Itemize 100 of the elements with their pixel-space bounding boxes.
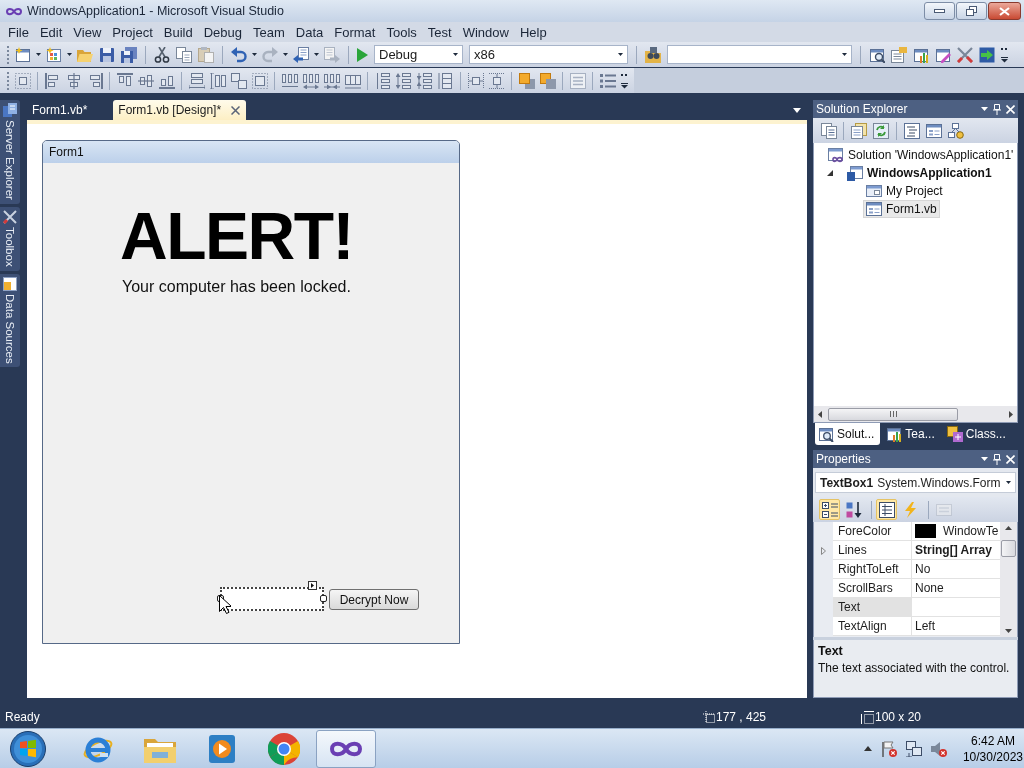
toolbar-grip[interactable]	[7, 71, 10, 90]
increase-horizontal-spacing-icon[interactable]	[302, 72, 319, 89]
property-name[interactable]: RightToLeft	[833, 560, 912, 579]
smart-tag-icon[interactable]	[308, 581, 317, 590]
document-tab[interactable]: Form1.vb*	[27, 100, 114, 120]
expanded-triangle-icon[interactable]	[827, 170, 833, 176]
caret-up-icon[interactable]	[863, 746, 872, 751]
form-window-icon[interactable]	[926, 122, 942, 139]
find-combo[interactable]	[667, 45, 852, 64]
copy-icon[interactable]	[176, 46, 192, 63]
property-value[interactable]: None	[912, 579, 1000, 598]
document-arrow-icon[interactable]	[293, 46, 309, 63]
close-icon[interactable]	[231, 105, 241, 115]
window-chart-icon[interactable]	[913, 46, 929, 63]
object-selector[interactable]: TextBox1 System.Windows.Form	[815, 472, 1016, 493]
menu-item[interactable]: Edit	[33, 24, 68, 40]
minimize-button[interactable]	[924, 2, 955, 20]
scroll-down-icon[interactable]	[1005, 629, 1012, 633]
text-input[interactable]	[220, 587, 324, 611]
dotted-grid-icon[interactable]	[14, 72, 31, 89]
remove-horizontal-spacing-icon[interactable]	[344, 72, 361, 89]
increase-vertical-spacing-icon[interactable]	[395, 72, 412, 89]
menu-item[interactable]: Format	[328, 24, 381, 40]
property-name[interactable]: ForeColor	[833, 522, 912, 541]
tree-item[interactable]: Solution 'WindowsApplication1'	[825, 146, 1017, 164]
menu-item[interactable]: Help	[513, 24, 552, 40]
dropdown-icon[interactable]	[981, 107, 988, 111]
window-magnifier-icon[interactable]	[869, 46, 885, 63]
code-page-icon[interactable]	[904, 122, 920, 139]
collapsed-triangle-icon[interactable]	[821, 546, 826, 555]
side-tab[interactable]: Server Explorer	[0, 100, 20, 204]
categorized-button[interactable]	[819, 499, 840, 520]
menu-item[interactable]: Window	[456, 24, 514, 40]
platform-dropdown[interactable]: x86	[469, 45, 628, 64]
decrease-vertical-spacing-icon[interactable]	[416, 72, 433, 89]
clipboard-icon[interactable]	[198, 46, 214, 63]
start-orb-icon[interactable]	[10, 730, 46, 767]
scroll-left-icon[interactable]	[818, 410, 822, 418]
flag-icon[interactable]	[880, 740, 897, 757]
equal-vertical-spacing-icon[interactable]	[374, 72, 391, 89]
menu-item[interactable]: Tools	[380, 24, 422, 40]
property-name[interactable]: Lines	[833, 541, 912, 560]
arrow-into-box-icon[interactable]	[979, 46, 995, 63]
toolbar-overflow-icon[interactable]	[621, 72, 628, 89]
toolbar-overflow-icon[interactable]	[1001, 46, 1008, 63]
new-window-icon[interactable]	[15, 46, 31, 63]
configuration-dropdown[interactable]: Debug	[374, 45, 463, 64]
decrease-horizontal-spacing-icon[interactable]	[323, 72, 340, 89]
resize-handle[interactable]	[320, 595, 327, 602]
property-value[interactable]: Left	[912, 617, 1000, 636]
panel-tab[interactable]: Class...	[943, 423, 1012, 445]
align-center-icon[interactable]	[65, 72, 82, 89]
speaker-icon[interactable]	[930, 740, 947, 757]
toolbar-grip[interactable]	[7, 45, 10, 64]
center-vertically-icon[interactable]	[488, 72, 505, 89]
panel-tab[interactable]: Solut...	[815, 423, 881, 445]
network-icon[interactable]	[905, 740, 922, 757]
pin-icon[interactable]	[993, 103, 1001, 115]
window-pencil-icon[interactable]	[935, 46, 951, 63]
same-width-icon[interactable]	[188, 72, 205, 89]
clock[interactable]: 6:42 AM 10/30/2023	[961, 732, 1024, 765]
properties-button[interactable]	[876, 499, 897, 520]
scrollbar-thumb[interactable]	[1001, 540, 1016, 557]
menu-item[interactable]: Test	[421, 24, 457, 40]
side-tab[interactable]: Data Sources	[0, 273, 20, 368]
tree-item[interactable]: WindowsApplication1	[844, 164, 995, 182]
dropdown-icon[interactable]	[981, 457, 988, 461]
menu-item[interactable]: Team	[247, 24, 290, 40]
property-name[interactable]: ScrollBars	[833, 579, 912, 598]
scroll-right-icon[interactable]	[1009, 410, 1013, 418]
size-to-grid-icon[interactable]	[251, 72, 268, 89]
align-top-icon[interactable]	[116, 72, 133, 89]
close-button[interactable]	[988, 2, 1021, 20]
property-name[interactable]: TextAlign	[833, 617, 912, 636]
property-value[interactable]: WindowTe	[912, 522, 1000, 541]
property-value[interactable]: No	[912, 560, 1000, 579]
undo-icon[interactable]	[231, 46, 247, 63]
save-all-icon[interactable]	[121, 46, 137, 63]
tab-list-icon[interactable]	[793, 107, 801, 113]
same-height-icon[interactable]	[209, 72, 226, 89]
caret-icon[interactable]	[314, 53, 319, 56]
scissors-icon[interactable]	[154, 46, 170, 63]
side-tab[interactable]: Toolbox	[0, 206, 20, 271]
send-to-back-icon[interactable]	[539, 72, 556, 89]
property-value[interactable]: String[] Array	[912, 541, 1000, 560]
tree-item[interactable]: Form1.vb	[863, 200, 940, 218]
folder-binoculars-icon[interactable]	[645, 46, 661, 63]
panel-tab[interactable]: Tea...	[883, 423, 941, 445]
scrollbar-thumb[interactable]	[828, 407, 958, 421]
same-size-icon[interactable]	[230, 72, 247, 89]
center-horizontally-icon[interactable]	[467, 72, 484, 89]
caret-icon[interactable]	[67, 53, 72, 56]
new-item-icon[interactable]	[46, 46, 62, 63]
remove-vertical-spacing-icon[interactable]	[437, 72, 454, 89]
align-middle-icon[interactable]	[137, 72, 154, 89]
save-icon[interactable]	[99, 46, 115, 63]
list-icon[interactable]	[569, 72, 586, 89]
menu-item[interactable]: Build	[157, 24, 198, 40]
decrypt-button[interactable]: Decrypt Now	[329, 589, 419, 610]
pin-icon[interactable]	[993, 453, 1001, 465]
